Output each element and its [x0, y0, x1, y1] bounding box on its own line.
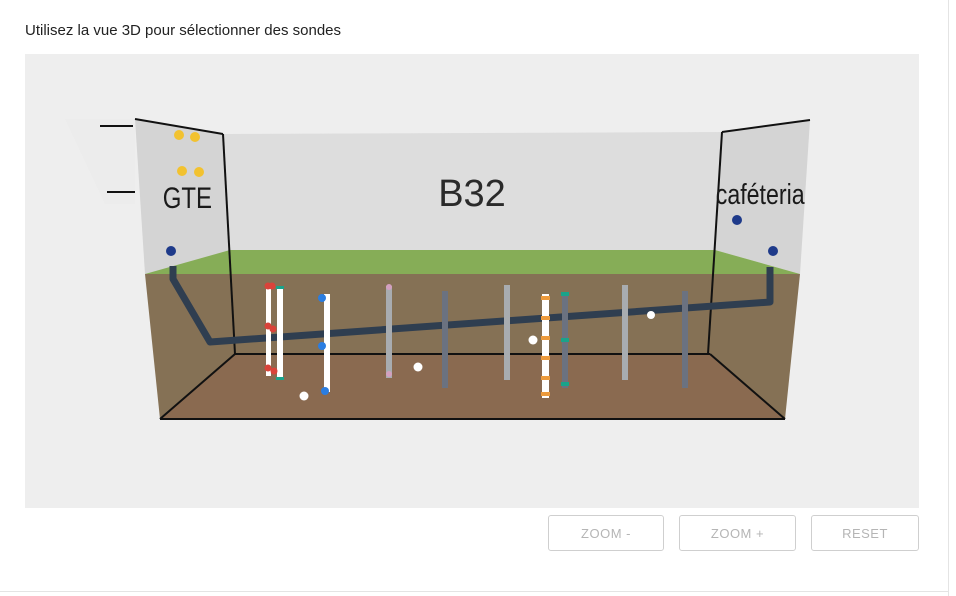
probe[interactable] [504, 285, 510, 380]
wall-marker-yellow[interactable] [177, 166, 187, 176]
probe[interactable] [442, 291, 448, 388]
wall-marker-yellow[interactable] [190, 132, 200, 142]
grass-surface [145, 250, 800, 274]
wall-marker-blue[interactable] [732, 215, 742, 225]
probe[interactable] [561, 292, 569, 388]
zoom-in-button[interactable]: ZOOM + [679, 515, 796, 551]
probe[interactable] [386, 284, 392, 378]
wall-marker-blue[interactable] [768, 246, 778, 256]
instruction-text: Utilisez la vue 3D pour sélectionner des… [25, 22, 342, 39]
wall-marker-yellow[interactable] [174, 130, 184, 140]
probe[interactable] [622, 285, 628, 380]
left-wall-label: GTE [163, 180, 212, 214]
wall-marker-blue[interactable] [166, 246, 176, 256]
reset-button[interactable]: RESET [811, 515, 919, 551]
sensor-point[interactable] [528, 335, 538, 345]
room-label: B32 [438, 173, 506, 215]
right-wall-label: caféteria [716, 177, 805, 210]
page-right-border [948, 0, 949, 596]
sensor-point[interactable] [413, 362, 423, 372]
sensor-point[interactable] [647, 311, 655, 319]
page-bottom-border [0, 591, 948, 592]
soil-bottom [160, 354, 785, 419]
zoom-out-button[interactable]: ZOOM - [548, 515, 664, 551]
3d-scene[interactable]: B32 GTE caféteria [25, 54, 919, 508]
3d-viewport[interactable]: B32 GTE caféteria [25, 54, 919, 508]
probe[interactable] [541, 294, 550, 398]
probe[interactable] [682, 291, 688, 388]
wall-marker-yellow[interactable] [194, 167, 204, 177]
sensor-point[interactable] [299, 391, 309, 401]
